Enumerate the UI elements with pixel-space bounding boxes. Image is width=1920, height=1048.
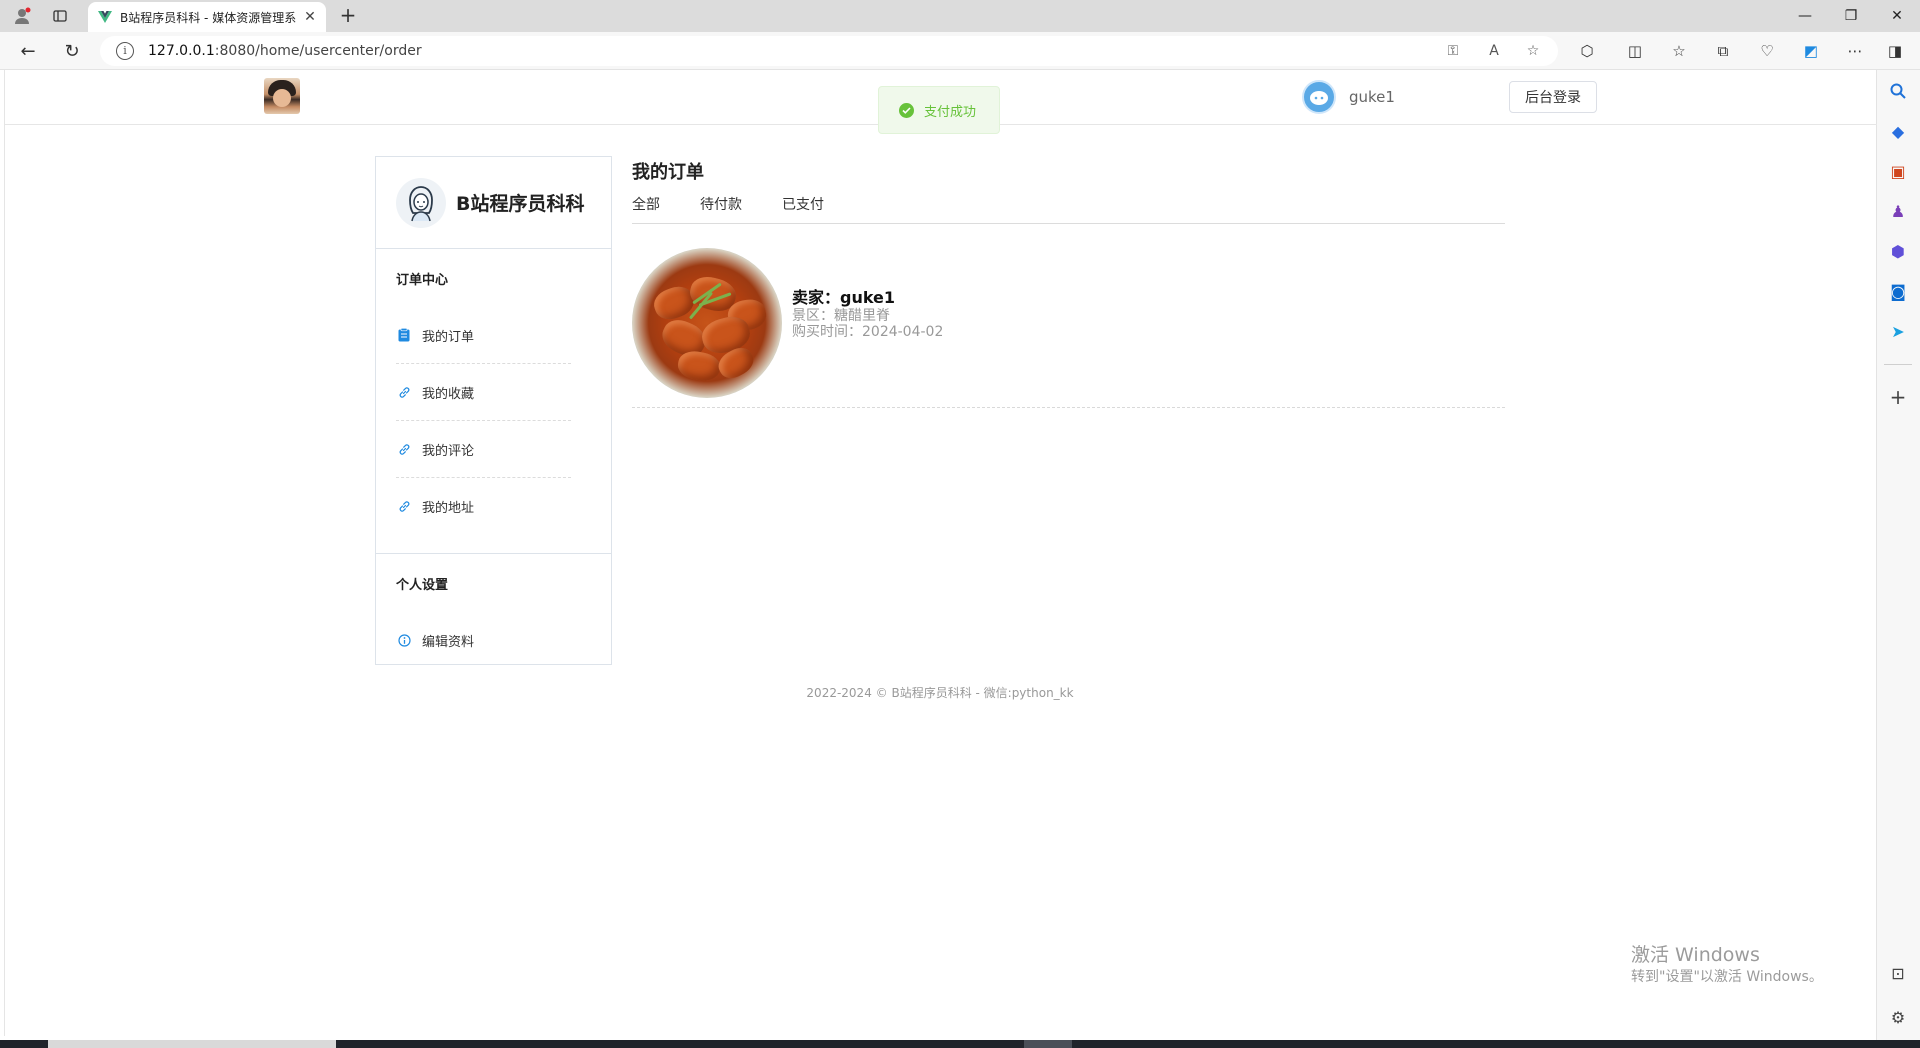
sidebar-divider	[1884, 364, 1912, 365]
site-logo[interactable]	[264, 78, 300, 114]
watermark-subtitle: 转到"设置"以激活 Windows。	[1631, 969, 1823, 985]
menu-item-my-favorites[interactable]: 我的收藏	[396, 364, 571, 421]
clipboard-icon	[396, 327, 412, 343]
microsoft365-icon[interactable]: ⬢	[1885, 238, 1911, 264]
menu-item-label: 我的评论	[422, 443, 475, 459]
order-seller: 卖家：guke1	[792, 288, 896, 307]
brand-name: B站程序员科科	[456, 193, 585, 215]
tools-icon[interactable]: ▣	[1885, 158, 1911, 184]
order-center-section: 订单中心 我的订单 我的收藏 我的评论 我的地址	[376, 249, 611, 535]
link-icon	[396, 441, 412, 457]
read-aloud-icon[interactable]: A	[1484, 42, 1504, 60]
tab-all[interactable]: 全部	[632, 194, 660, 224]
section-title-settings: 个人设置	[396, 578, 449, 593]
back-icon[interactable]: ←	[14, 38, 42, 64]
tab-close-icon[interactable]: ✕	[300, 9, 320, 25]
games-icon[interactable]: ♟	[1885, 198, 1911, 224]
admin-login-button[interactable]: 后台登录	[1509, 81, 1597, 113]
screenshot-icon[interactable]: ⊡	[1885, 960, 1911, 986]
tab-pending-payment[interactable]: 待付款	[700, 194, 742, 224]
header-username[interactable]: guke1	[1349, 88, 1395, 106]
taskbar-app[interactable]	[48, 1040, 336, 1048]
favorites-icon[interactable]: ☆	[1668, 41, 1690, 61]
order-area: 景区：糖醋里脊	[792, 308, 890, 324]
tab-title: B站程序员科科 - 媒体资源管理系	[120, 10, 297, 25]
order-item[interactable]: 卖家：guke1 景区：糖醋里脊 购买时间：2024-04-02	[632, 248, 1505, 408]
menu-item-label: 我的收藏	[422, 386, 475, 402]
vue-favicon-icon	[98, 11, 112, 23]
close-window-icon[interactable]: ✕	[1874, 0, 1920, 32]
menu-brand: B站程序员科科	[376, 157, 611, 249]
menu-item-label: 编辑资料	[422, 635, 475, 650]
drop-icon[interactable]: ➤	[1885, 318, 1911, 344]
browser-tab[interactable]: B站程序员科科 - 媒体资源管理系 ✕	[88, 2, 326, 32]
settings-gear-icon[interactable]: ⚙	[1885, 1004, 1911, 1030]
split-screen-icon[interactable]: ◫	[1624, 41, 1646, 61]
menu-item-my-address[interactable]: 我的地址	[396, 478, 571, 535]
tab-actions-icon[interactable]	[46, 4, 74, 28]
page-title: 我的订单	[632, 162, 704, 183]
windows-activation-watermark: 激活 Windows 转到"设置"以激活 Windows。	[1631, 943, 1823, 987]
profile-icon[interactable]	[8, 4, 36, 28]
link-icon	[396, 384, 412, 400]
browser-essentials-icon[interactable]: ♡	[1756, 41, 1778, 61]
outlook-icon[interactable]: ◙	[1885, 278, 1911, 304]
personal-settings-section: 个人设置 编辑资料	[376, 554, 611, 669]
browser-toolbar: ← ↻ i 127.0.0.1:8080/home/usercenter/ord…	[0, 32, 1920, 70]
brand-avatar	[396, 177, 446, 228]
menu-item-edit-profile[interactable]: 编辑资料	[396, 612, 571, 669]
restore-icon[interactable]: ❐	[1828, 0, 1874, 32]
page-footer: 2022-2024 © B站程序员科科 - 微信:python_kk	[806, 686, 1074, 700]
user-avatar[interactable]	[1302, 80, 1336, 114]
new-tab-icon[interactable]: +	[336, 4, 360, 28]
search-icon[interactable]	[1885, 78, 1911, 104]
order-product-image[interactable]	[632, 248, 782, 398]
shopping-tag-icon[interactable]: ◆	[1885, 118, 1911, 144]
order-info: 卖家：guke1 景区：糖醋里脊 购买时间：2024-04-02	[792, 288, 943, 340]
collections-icon[interactable]: ⧉	[1712, 41, 1734, 61]
success-toast: 支付成功	[878, 86, 1000, 134]
address-bar[interactable]: i 127.0.0.1:8080/home/usercenter/order ⚿…	[100, 36, 1558, 66]
menu-item-label: 我的订单	[422, 329, 475, 345]
menu-item-label: 我的地址	[422, 501, 475, 516]
tab-paid[interactable]: 已支付	[782, 194, 824, 224]
taskbar-app[interactable]	[1024, 1040, 1072, 1048]
check-circle-icon	[899, 102, 914, 118]
menu-item-my-comments[interactable]: 我的评论	[396, 421, 571, 478]
order-time: 购买时间：2024-04-02	[792, 324, 944, 340]
add-sidebar-icon[interactable]: +	[1885, 384, 1911, 410]
site-info-icon[interactable]: i	[116, 42, 134, 60]
sidebar-toggle-icon[interactable]: ◨	[1884, 41, 1906, 61]
watermark-title: 激活 Windows	[1631, 944, 1760, 966]
section-title-orders: 订单中心	[396, 273, 449, 288]
user-center-menu: B站程序员科科 订单中心 我的订单 我的收藏 我的评论 我的地址 个人设置 编辑…	[375, 156, 612, 665]
menu-item-my-orders[interactable]: 我的订单	[396, 307, 571, 364]
url-text[interactable]: 127.0.0.1:8080/home/usercenter/order	[148, 43, 422, 59]
link-icon	[396, 499, 412, 515]
minimize-icon[interactable]: —	[1782, 0, 1828, 32]
copilot-icon[interactable]: ◩	[1800, 41, 1822, 61]
extensions-icon[interactable]: ⬡	[1576, 41, 1598, 61]
browser-tab-bar: B站程序员科科 - 媒体资源管理系 ✕ + — ❐ ✕	[0, 0, 1920, 32]
order-status-tabs: 全部 待付款 已支付	[632, 194, 1505, 224]
refresh-icon[interactable]: ↻	[58, 38, 86, 64]
info-circle-icon	[396, 633, 412, 649]
more-menu-icon[interactable]: ⋯	[1844, 41, 1866, 61]
toast-message: 支付成功	[924, 104, 977, 120]
key-icon[interactable]: ⚿	[1443, 42, 1463, 60]
favorite-star-icon[interactable]: ☆	[1523, 42, 1543, 60]
os-taskbar	[0, 1040, 1920, 1048]
